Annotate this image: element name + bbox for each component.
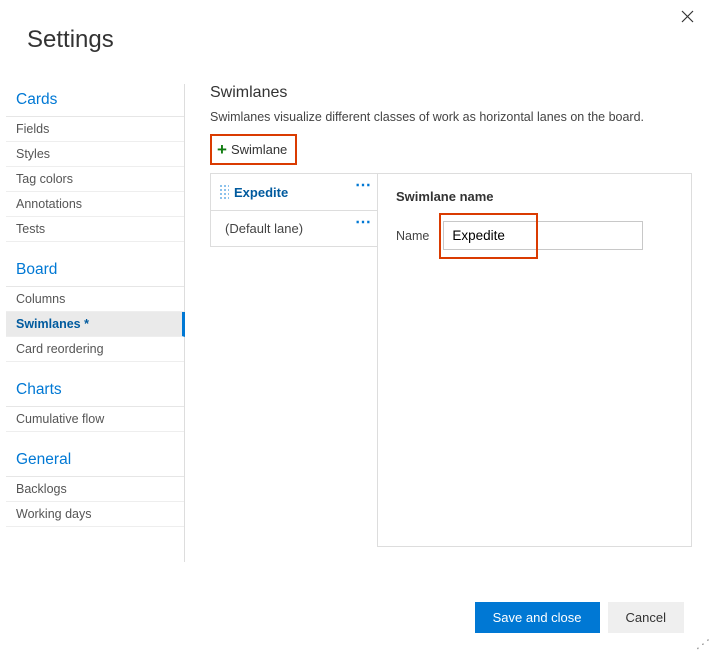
sidebar-item-styles[interactable]: Styles [6,142,184,167]
swimlane-list: Expedite ⋯ (Default lane) ⋯ [210,173,378,547]
sidebar-item-tests[interactable]: Tests [6,217,184,242]
page-title: Settings [0,0,712,54]
sidebar-item-columns[interactable]: Columns [6,287,184,312]
settings-sidebar: Cards Fields Styles Tag colors Annotatio… [0,84,185,562]
swimlane-item-label: Expedite [234,185,288,200]
more-actions-icon[interactable]: ⋯ [355,178,371,194]
main-description: Swimlanes visualize different classes of… [210,110,692,124]
sidebar-item-card-reordering[interactable]: Card reordering [6,337,184,362]
sidebar-item-annotations[interactable]: Annotations [6,192,184,217]
add-swimlane-label: Swimlane [231,142,287,157]
save-and-close-button[interactable]: Save and close [475,602,600,633]
resize-grip-icon[interactable]: ⋰ [696,637,708,651]
sidebar-item-backlogs[interactable]: Backlogs [6,477,184,502]
sidebar-item-tag-colors[interactable]: Tag colors [6,167,184,192]
main-title: Swimlanes [210,84,692,102]
name-field-label: Name [396,229,429,243]
close-button[interactable] [681,10,694,28]
main-content: Swimlanes Swimlanes visualize different … [185,84,712,562]
sidebar-item-working-days[interactable]: Working days [6,502,184,527]
sidebar-item-cumulative-flow[interactable]: Cumulative flow [6,407,184,432]
sidebar-section-board[interactable]: Board [6,254,184,287]
close-icon [681,10,694,23]
plus-icon: + [217,141,227,158]
cancel-button[interactable]: Cancel [608,602,684,633]
swimlane-item-expedite[interactable]: Expedite ⋯ [210,173,378,211]
sidebar-section-general[interactable]: General [6,444,184,477]
swimlane-name-input[interactable] [443,221,643,250]
swimlane-item-label: (Default lane) [219,221,303,236]
sidebar-section-cards[interactable]: Cards [6,84,184,117]
sidebar-item-swimlanes[interactable]: Swimlanes * [6,312,185,337]
swimlane-detail-panel: Swimlane name Name [377,173,692,547]
swimlane-item-default[interactable]: (Default lane) ⋯ [210,210,378,247]
sidebar-section-charts[interactable]: Charts [6,374,184,407]
add-swimlane-button[interactable]: + Swimlane [210,134,297,165]
more-actions-icon[interactable]: ⋯ [355,215,371,231]
sidebar-item-fields[interactable]: Fields [6,117,184,142]
detail-title: Swimlane name [396,189,673,204]
dialog-footer: Save and close Cancel [475,602,684,633]
drag-handle-icon[interactable] [219,184,229,200]
